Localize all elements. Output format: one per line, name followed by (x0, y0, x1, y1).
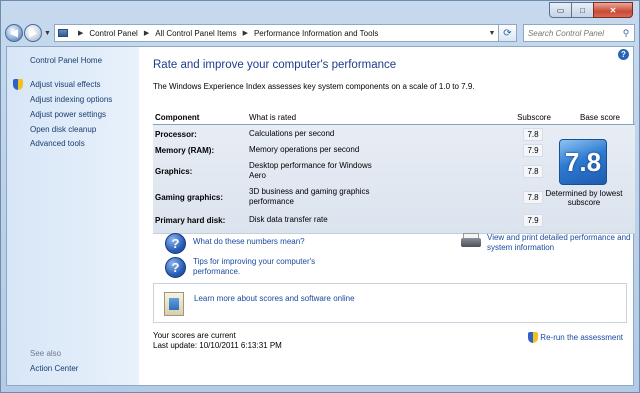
search-icon[interactable]: ⚲ (618, 28, 634, 39)
navigation-bar: ◀ ▶ ▼ ▶ Control Panel ▶ All Control Pane… (5, 23, 635, 43)
sidebar-home-link[interactable]: Control Panel Home (30, 56, 102, 65)
sidebar-link-visual-effects[interactable]: Adjust visual effects (30, 80, 101, 89)
row-rated: Memory operations per second (249, 145, 360, 154)
address-bar[interactable]: ▶ Control Panel ▶ All Control Panel Item… (53, 24, 499, 42)
numbers-meaning-link[interactable]: What do these numbers mean? (193, 237, 305, 247)
table-row: Memory (RAM): Memory operations per seco… (153, 143, 553, 157)
row-rated: Calculations per second (249, 129, 335, 138)
intro-text: The Windows Experience Index assesses ke… (153, 82, 475, 91)
table-header: Component What is rated Subscore Base sc… (153, 111, 635, 125)
score-table: Component What is rated Subscore Base sc… (153, 111, 635, 234)
sidebar-link-indexing[interactable]: Adjust indexing options (30, 95, 112, 104)
help-question-icon: ? (165, 233, 186, 254)
table-row: Gaming graphics: 3D business and gaming … (153, 186, 553, 208)
row-rated: 3D business and gaming graphics performa… (249, 187, 370, 206)
chevron-right-icon[interactable]: ▶ (144, 29, 149, 37)
table-row: Primary hard disk: Disk data transfer ra… (153, 213, 553, 227)
breadcrumb-control-panel[interactable]: Control Panel (89, 29, 137, 38)
chevron-right-icon[interactable]: ▶ (78, 29, 83, 37)
table-row: Processor: Calculations per second 7.8 (153, 127, 553, 141)
header-component: Component (155, 113, 200, 122)
caption-buttons: ▭ □ ✕ (549, 2, 633, 18)
content-area: Control Panel Home Adjust visual effects… (6, 46, 635, 386)
learn-more-panel: Learn more about scores and software onl… (153, 283, 627, 323)
main-panel: ? Rate and improve your computer's perfo… (139, 47, 635, 385)
search-box[interactable]: ⚲ (522, 24, 635, 42)
row-subscore: 7.8 (523, 164, 543, 178)
row-component: Processor: (155, 129, 197, 139)
status-text: Your scores are current Last update: 10/… (153, 331, 282, 351)
recent-pages-dropdown[interactable]: ▼ (44, 30, 51, 37)
help-icon[interactable]: ? (618, 49, 629, 60)
base-score-note: Determined by lowest subscore (545, 189, 623, 207)
row-component: Gaming graphics: (155, 192, 224, 202)
help-question-icon: ? (165, 257, 186, 278)
see-also-heading: See also (30, 349, 62, 358)
control-panel-window: ▭ □ ✕ ◀ ▶ ▼ ▶ Control Panel ▶ All Contro… (0, 0, 640, 393)
rerun-assessment-link[interactable]: Re-run the assessment (528, 332, 623, 343)
minimize-button[interactable]: ▭ (549, 2, 572, 18)
row-component: Memory (RAM): (155, 145, 215, 155)
search-input[interactable] (527, 28, 618, 38)
shield-icon (528, 332, 539, 343)
row-subscore: 7.9 (523, 213, 543, 227)
software-box-icon (164, 292, 184, 316)
header-base-score: Base score (579, 113, 621, 122)
breadcrumb-all-items[interactable]: All Control Panel Items (155, 29, 236, 38)
sidebar-link-disk-cleanup[interactable]: Open disk cleanup (30, 125, 96, 134)
maximize-button[interactable]: □ (571, 2, 594, 18)
forward-button[interactable]: ▶ (24, 24, 42, 42)
breadcrumb-performance[interactable]: Performance Information and Tools (254, 29, 378, 38)
row-subscore: 7.8 (523, 127, 543, 141)
learn-more-link[interactable]: Learn more about scores and software onl… (194, 294, 394, 304)
base-score-tile: 7.8 (559, 139, 607, 185)
page-title: Rate and improve your computer's perform… (153, 59, 397, 71)
chevron-right-icon[interactable]: ▶ (243, 29, 248, 37)
control-panel-icon (57, 29, 68, 37)
scores-current-text: Your scores are current (153, 331, 236, 340)
table-row: Graphics: Desktop performance for Window… (153, 160, 553, 182)
tips-link[interactable]: Tips for improving your computer's perfo… (193, 257, 343, 277)
row-component: Primary hard disk: (155, 215, 226, 225)
address-dropdown-icon[interactable]: ▼ (486, 30, 498, 37)
close-button[interactable]: ✕ (593, 2, 633, 18)
sidebar-link-power[interactable]: Adjust power settings (30, 110, 106, 119)
header-subscore: Subscore (517, 113, 551, 122)
print-details-link[interactable]: View and print detailed performance and … (487, 233, 635, 253)
row-rated: Desktop performance for Windows Aero (249, 161, 372, 180)
header-rated: What is rated (249, 113, 297, 122)
row-subscore: 7.8 (523, 190, 543, 204)
table-body: Processor: Calculations per second 7.8 M… (153, 125, 635, 234)
row-rated: Disk data transfer rate (249, 215, 328, 224)
row-component: Graphics: (155, 166, 193, 176)
back-button[interactable]: ◀ (5, 24, 23, 42)
printer-icon (461, 233, 481, 249)
refresh-button[interactable]: ⟳ (498, 24, 517, 42)
row-subscore: 7.9 (523, 143, 543, 157)
rerun-label[interactable]: Re-run the assessment (540, 333, 623, 342)
last-update-text: Last update: 10/10/2011 6:13:31 PM (153, 341, 282, 350)
sidebar: Control Panel Home Adjust visual effects… (7, 47, 139, 385)
sidebar-link-action-center[interactable]: Action Center (30, 364, 78, 373)
shield-icon (13, 79, 23, 90)
sidebar-link-advanced-tools[interactable]: Advanced tools (30, 139, 85, 148)
